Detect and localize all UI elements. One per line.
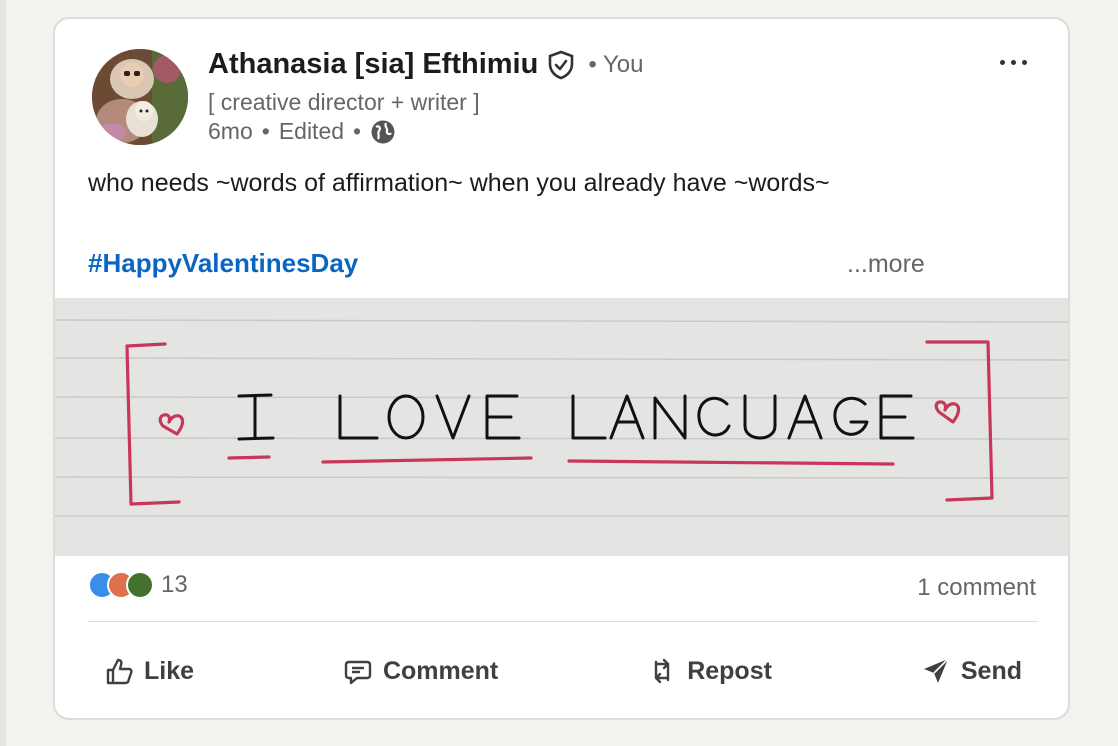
underline-i bbox=[227, 455, 271, 460]
celebrate-reaction-icon bbox=[126, 571, 154, 599]
verified-shield-icon bbox=[546, 50, 576, 80]
comment-label: Comment bbox=[382, 656, 499, 685]
repost-icon bbox=[655, 658, 670, 684]
more-dot bbox=[999, 59, 1005, 65]
meta-separator: • bbox=[261, 118, 270, 144]
you-label: • You bbox=[588, 50, 644, 78]
comment-count-link[interactable]: 1 comment bbox=[917, 574, 1036, 602]
reaction-count: 13 bbox=[161, 571, 188, 598]
social-divider bbox=[88, 621, 1038, 622]
edited-label: Edited bbox=[278, 118, 345, 144]
handwritten-note-image bbox=[55, 298, 1068, 556]
see-more-link[interactable]: ...more bbox=[847, 250, 925, 279]
avatar-photo bbox=[92, 49, 188, 145]
more-dot bbox=[1010, 59, 1016, 65]
post-body-text: who needs ~words of affirmation~ when yo… bbox=[88, 169, 830, 197]
author-name-row[interactable]: Athanasia [sia] Efthimiu • You bbox=[208, 48, 643, 81]
thumbs-up-icon bbox=[106, 658, 133, 685]
send-button[interactable]: Send bbox=[905, 639, 1038, 703]
send-icon bbox=[923, 658, 949, 683]
author-name[interactable]: Athanasia [sia] Efthimiu bbox=[208, 48, 538, 81]
comment-button[interactable]: Comment bbox=[327, 639, 514, 703]
meta-separator: • bbox=[353, 118, 362, 144]
repost-label: Repost bbox=[687, 656, 772, 685]
globe-icon bbox=[370, 119, 396, 145]
post-meta: 6mo • Edited • bbox=[208, 118, 396, 145]
author-avatar[interactable] bbox=[92, 49, 188, 145]
reactions-summary[interactable]: 13 bbox=[88, 571, 188, 599]
feed-post-card: Athanasia [sia] Efthimiu • You [ creativ… bbox=[53, 17, 1070, 720]
repost-button[interactable]: Repost bbox=[631, 639, 788, 703]
hashtag-link[interactable]: #HappyValentinesDay bbox=[88, 248, 358, 279]
post-time[interactable]: 6mo bbox=[208, 118, 253, 145]
post-image[interactable] bbox=[55, 298, 1068, 556]
more-options-button[interactable] bbox=[985, 47, 1041, 77]
like-label: Like bbox=[144, 656, 195, 685]
like-button[interactable]: Like bbox=[88, 639, 210, 703]
author-headline: [ creative director + writer ] bbox=[208, 89, 480, 115]
more-dot bbox=[1021, 59, 1027, 65]
post-action-bar: Like Comment Repost Send bbox=[88, 639, 1038, 703]
send-label: Send bbox=[960, 656, 1022, 685]
page-edge bbox=[0, 0, 6, 746]
comment-bubble-icon bbox=[344, 660, 372, 685]
